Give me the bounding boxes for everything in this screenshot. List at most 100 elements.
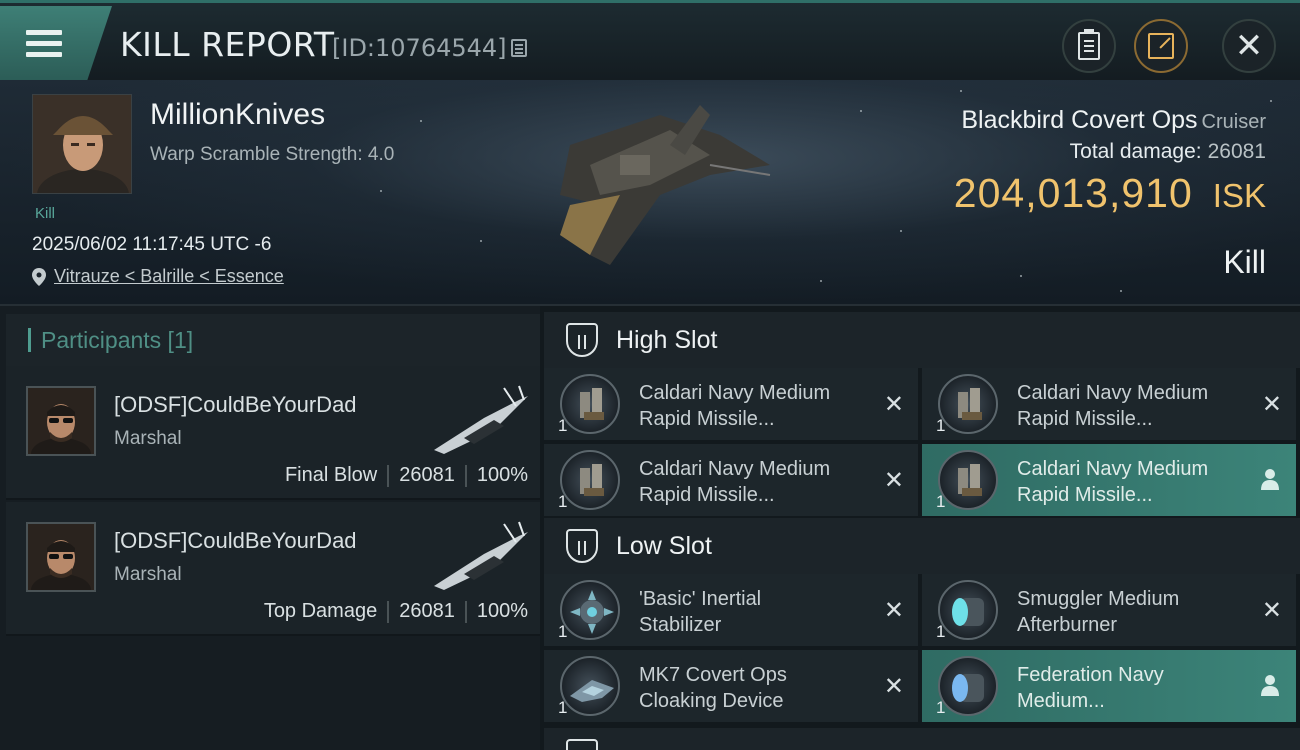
close-button[interactable]: ✕ — [1222, 19, 1276, 73]
participant-avatar — [26, 386, 96, 456]
clipboard-icon — [1078, 29, 1100, 60]
fitting-panel: High Slot 1 Caldari Navy Medium Rapid Mi… — [540, 306, 1300, 750]
kill-location[interactable]: Vitrauze < Balrille < Essence — [32, 266, 284, 287]
destroyed-icon: ✕ — [883, 596, 904, 624]
module-name: Caldari Navy Medium Rapid Missile... — [1017, 456, 1267, 508]
module-item[interactable]: 1 Caldari Navy Medium Rapid Missile... ✕ — [922, 368, 1296, 440]
participants-header: Participants [1] — [6, 314, 540, 366]
module-name: Smuggler Medium Afterburner — [1017, 586, 1267, 638]
participant-row[interactable]: [ODSF]CouldBeYourDad Marshal Top Damage … — [6, 502, 540, 636]
warp-scramble-strength: Warp Scramble Strength: 4.0 — [150, 144, 395, 165]
divider — [464, 600, 467, 623]
module-quantity: 1 — [936, 698, 946, 717]
participant-row[interactable]: [ODSF]CouldBeYourDad Marshal Final Blow … — [6, 366, 540, 500]
victim-portrait[interactable] — [32, 94, 132, 194]
module-item[interactable]: 1 Caldari Navy Medium Rapid Missile... — [922, 444, 1296, 516]
module-name-line2: Rapid Missile... — [639, 484, 775, 506]
participant-role: Final Blow — [284, 464, 378, 486]
module-name: Caldari Navy Medium Rapid Missile... — [1017, 380, 1267, 432]
missile-launcher-icon — [938, 374, 998, 434]
module-name: MK7 Covert Ops Cloaking Device — [639, 662, 889, 714]
destroyed-icon: ✕ — [1261, 596, 1282, 624]
module-name-line1: Federation Navy — [1017, 664, 1164, 686]
inertial-stabilizer-icon — [560, 580, 620, 640]
isk-value: 204,013,910 ISK — [954, 170, 1266, 217]
participant-damage: 26081 — [399, 464, 455, 486]
missile-launcher-icon — [938, 450, 998, 510]
module-quantity: 1 — [558, 698, 568, 717]
participant-name: [ODSF]CouldBeYourDad — [114, 392, 357, 417]
location-link[interactable]: Vitrauze < Balrille < Essence — [54, 266, 284, 287]
participant-damage: 26081 — [399, 600, 455, 622]
participant-percent: 100% — [476, 464, 528, 486]
cloaking-device-icon — [560, 656, 620, 716]
high-slot-icon — [566, 323, 598, 357]
participant-stats: Top Damage 26081 100% — [264, 600, 528, 623]
module-item[interactable]: 1 'Basic' Inertial Stabilizer ✕ — [544, 574, 918, 646]
participants-panel: Participants [1] [ODSF]CouldBeYourDad Ma… — [0, 306, 540, 750]
module-name-line1: Caldari Navy Medium — [639, 382, 831, 404]
low-slot-header: Low Slot — [544, 518, 1300, 574]
report-id[interactable]: [ID:10764544] — [332, 34, 527, 62]
module-item[interactable]: 1 Caldari Navy Medium Rapid Missile... ✕ — [544, 368, 918, 440]
kill-datetime: 2025/06/02 11:17:45 UTC -6 — [32, 234, 272, 255]
high-slot-header: High Slot — [544, 312, 1300, 368]
divider — [464, 464, 467, 487]
divider — [387, 600, 390, 623]
destroyed-icon: ✕ — [883, 466, 904, 494]
module-item[interactable]: 1 Caldari Navy Medium Rapid Missile... ✕ — [544, 444, 918, 516]
module-name-line1: Caldari Navy Medium — [1017, 382, 1209, 404]
destroyed-icon: ✕ — [1261, 390, 1282, 418]
module-name: Federation Navy Medium... — [1017, 662, 1267, 714]
mid-slot-icon — [566, 739, 598, 750]
copy-icon[interactable] — [510, 39, 527, 57]
victim-ship-image — [560, 105, 771, 265]
module-quantity: 1 — [558, 492, 568, 511]
clipboard-button[interactable] — [1062, 19, 1116, 73]
participant-ship-image — [434, 385, 528, 454]
high-slot-label: High Slot — [616, 325, 718, 354]
module-name: Caldari Navy Medium Rapid Missile... — [639, 380, 889, 432]
module-name-line2: Stabilizer — [639, 614, 722, 636]
participant-stats: Final Blow 26081 100% — [285, 464, 528, 487]
dropped-user-icon — [1261, 675, 1279, 696]
module-name-line1: MK7 Covert Ops — [639, 664, 787, 686]
isk-unit: ISK — [1212, 177, 1266, 214]
ship-name[interactable]: Blackbird Covert Ops Cruiser — [961, 106, 1266, 135]
afterburner-icon — [938, 580, 998, 640]
dropped-user-icon — [1261, 469, 1279, 490]
participant-avatar — [26, 522, 96, 592]
participants-label: Participants [1] — [41, 326, 194, 353]
participant-percent: 100% — [476, 600, 528, 622]
destroyed-icon: ✕ — [883, 672, 904, 700]
ship-class: Cruiser — [1201, 111, 1266, 133]
module-item[interactable]: 1 MK7 Covert Ops Cloaking Device ✕ — [544, 650, 918, 722]
menu-button[interactable] — [0, 6, 112, 80]
total-damage-label: Total damage: — [1069, 140, 1202, 163]
module-name-line2: Rapid Missile... — [639, 408, 775, 430]
module-item[interactable]: 1 Federation Navy Medium... — [922, 650, 1296, 722]
low-slot-label: Low Slot — [616, 531, 712, 560]
share-icon — [1148, 33, 1174, 59]
isk-amount: 204,013,910 — [953, 170, 1193, 216]
module-item[interactable]: 1 Smuggler Medium Afterburner ✕ — [922, 574, 1296, 646]
module-name-line1: Caldari Navy Medium — [639, 458, 831, 480]
page-title: KILL REPORT — [120, 25, 335, 64]
low-slot-icon — [566, 529, 598, 563]
module-quantity: 1 — [558, 416, 568, 435]
module-name-line2: Rapid Missile... — [1017, 408, 1153, 430]
module-name-line2: Afterburner — [1017, 614, 1118, 636]
module-quantity: 1 — [936, 416, 946, 435]
module-name-line2: Cloaking Device — [639, 690, 784, 712]
module-quantity: 1 — [936, 492, 946, 511]
share-button[interactable] — [1134, 19, 1188, 73]
top-bar: KILL REPORT [ID:10764544] ✕ — [0, 0, 1300, 80]
total-damage-value: 26081 — [1207, 140, 1266, 163]
kill-tag: Kill — [35, 205, 56, 222]
participant-ship: Marshal — [114, 428, 182, 449]
module-name-line1: 'Basic' Inertial — [639, 588, 762, 610]
module-name-line2: Medium... — [1017, 690, 1105, 712]
location-pin-icon — [32, 267, 46, 286]
victim-name[interactable]: MillionKnives — [150, 98, 325, 132]
ship-name-text: Blackbird Covert Ops — [961, 106, 1198, 134]
